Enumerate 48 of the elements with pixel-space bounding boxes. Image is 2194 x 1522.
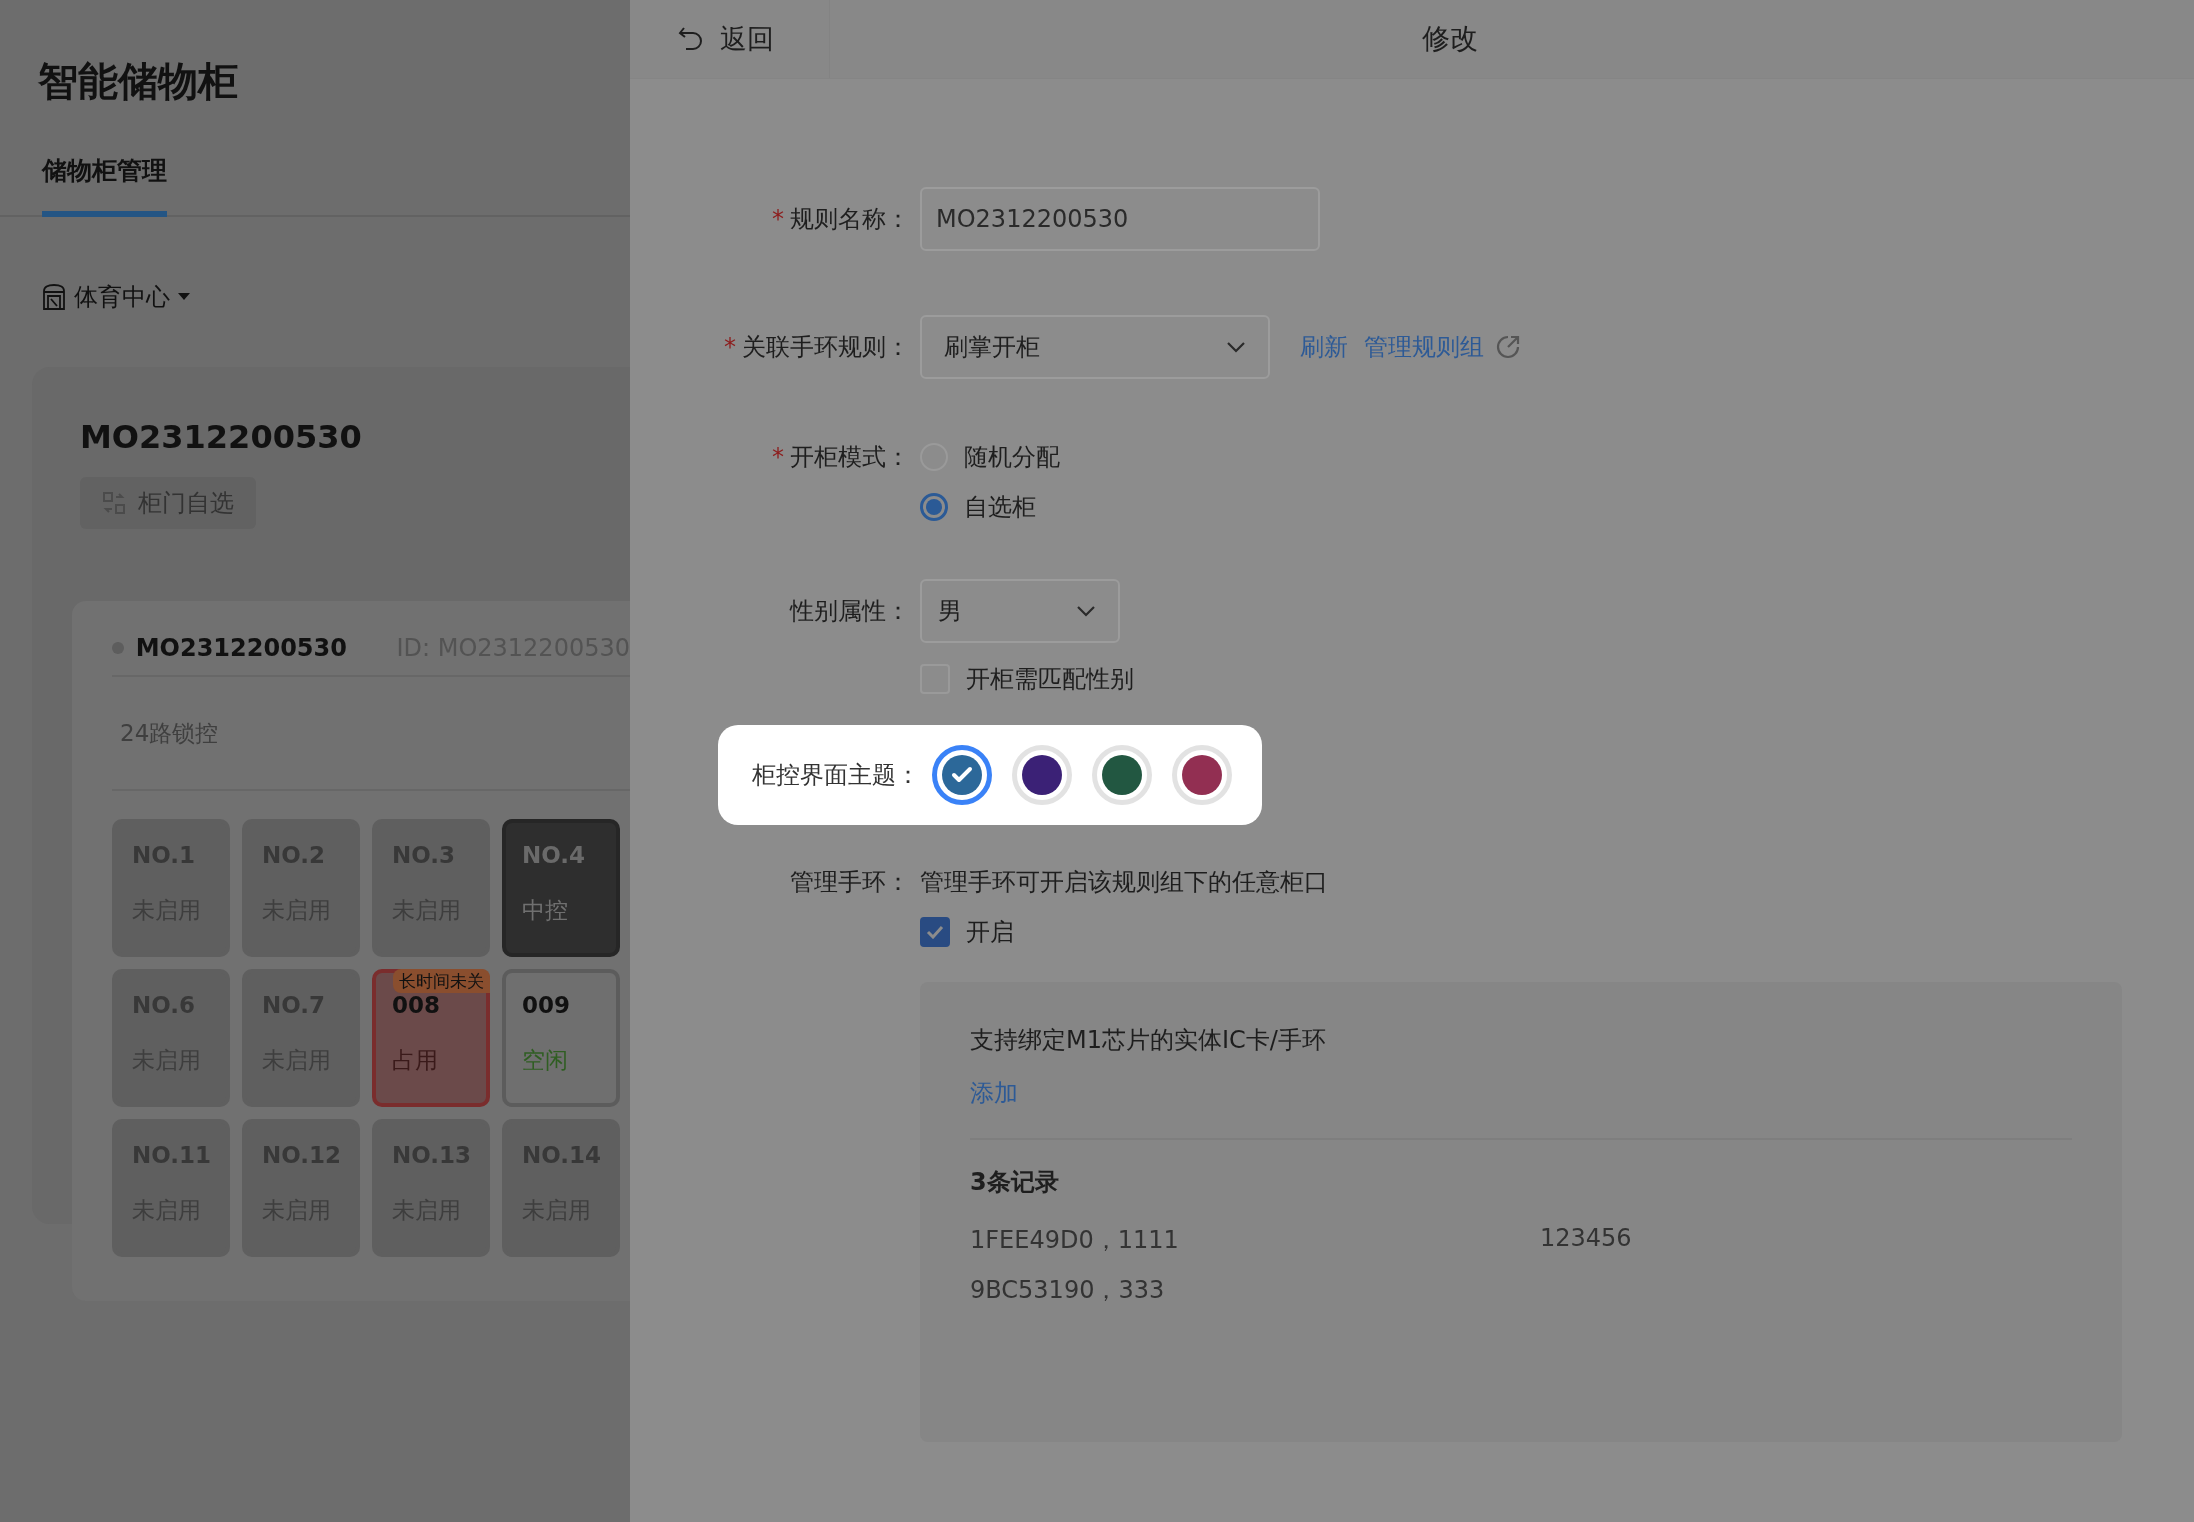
record-count: 3条记录 bbox=[970, 1167, 1060, 1198]
record-text: 9BC53190，333 bbox=[970, 1275, 1166, 1306]
field-label: * 关联手环规则： bbox=[723, 332, 910, 363]
locker-cell[interactable]: 009 空闲 bbox=[502, 969, 620, 1107]
undo-icon bbox=[678, 26, 704, 52]
chevron-down-icon bbox=[1226, 341, 1246, 353]
locker-status: 中控 bbox=[522, 896, 568, 925]
record-value: 123456 bbox=[1540, 1224, 1633, 1254]
field-label: 柜控界面主题： bbox=[752, 760, 920, 791]
checkbox-option[interactable]: 开柜需匹配性别 bbox=[920, 661, 1134, 697]
external-link-icon bbox=[1496, 335, 1520, 359]
back-button[interactable]: 返回 bbox=[630, 0, 830, 78]
checkbox[interactable] bbox=[920, 917, 950, 947]
band-rule-select[interactable]: 刷掌开柜 bbox=[920, 315, 1270, 379]
manage-link[interactable]: 管理规则组 bbox=[1364, 331, 1520, 363]
field-label: * 开柜模式： bbox=[771, 442, 910, 473]
locker-cell[interactable]: NO.4 中控 bbox=[502, 819, 620, 957]
radio-option[interactable]: 自选柜 bbox=[920, 489, 1060, 525]
device-name: MO2312200530 bbox=[135, 634, 348, 662]
radio-option[interactable]: 随机分配 bbox=[920, 439, 1060, 475]
cabinet-name: MO2312200530 bbox=[80, 417, 363, 457]
locker-status: 空闲 bbox=[522, 1046, 568, 1075]
locker-number: 008 bbox=[392, 991, 440, 1019]
record-text: 1FEE49D0，1111 bbox=[970, 1225, 1180, 1256]
locker-number: NO.4 bbox=[522, 841, 586, 869]
hint-text: 支持绑定M1芯片的实体IC卡/手环 bbox=[970, 1025, 1327, 1056]
app-title: 智能储物柜 bbox=[38, 57, 239, 106]
tab[interactable]: 储物柜管理 bbox=[42, 154, 167, 217]
checkbox-option[interactable]: 开启 bbox=[920, 914, 2122, 950]
refresh-link[interactable]: 刷新 bbox=[1300, 331, 1348, 363]
chevron-down-icon bbox=[1076, 605, 1096, 617]
check-icon bbox=[926, 925, 944, 939]
drawer-title: 修改 bbox=[1422, 21, 1478, 57]
radio-button[interactable] bbox=[920, 493, 948, 521]
venue-dropdown[interactable]: 体育中心 bbox=[42, 281, 190, 313]
warning-badge: 长时间未关 bbox=[393, 969, 490, 993]
description-text: 管理手环可开启该规则组下的任意柜口 bbox=[920, 867, 1329, 898]
gender-select[interactable]: 男 bbox=[920, 579, 1120, 643]
rule-name-input[interactable]: MO2312200530 bbox=[920, 187, 1320, 251]
field-label: 性别属性： bbox=[788, 596, 910, 627]
add-link[interactable]: 添加 bbox=[970, 1076, 1018, 1110]
building-icon bbox=[42, 284, 66, 310]
locker-number: 009 bbox=[522, 991, 570, 1019]
field-label: 管理手环： bbox=[789, 867, 910, 898]
check-icon bbox=[951, 766, 973, 784]
field-label: * 规则名称： bbox=[771, 204, 910, 235]
color-swatch[interactable] bbox=[932, 745, 992, 805]
caret-icon bbox=[178, 293, 190, 301]
